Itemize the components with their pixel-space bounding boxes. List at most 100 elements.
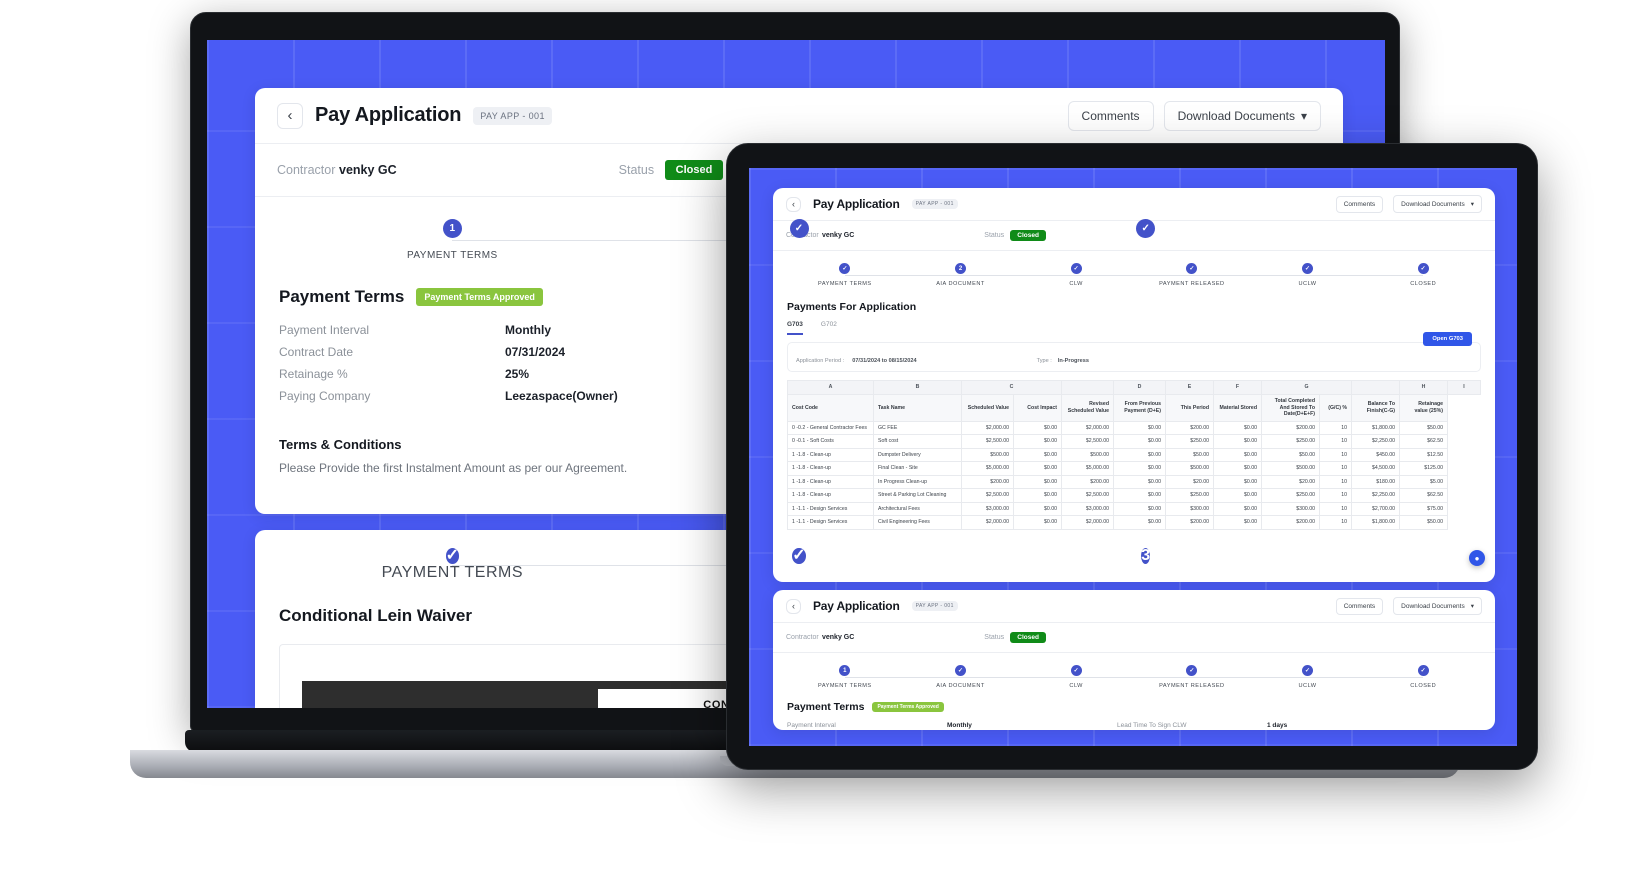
table-cell: $250.00 <box>1165 488 1214 503</box>
table-row[interactable]: 1 -1.1 - Design Services Architectural Fe… <box>787 501 1481 516</box>
download-documents-button[interactable]: Download Documents ▾ <box>1393 195 1482 213</box>
comments-button[interactable]: Comments <box>1335 597 1384 615</box>
table-cell: $5,000.00 <box>961 461 1014 476</box>
stepper-label: CLOSED <box>1410 683 1437 689</box>
status-label: Status <box>618 163 655 177</box>
stepper-item-payment-terms[interactable]: 1 PAYMENT TERMS <box>279 219 799 261</box>
payment-terms-heading: Payment Terms <box>279 287 405 306</box>
detail-label: Paying Company <box>279 389 371 403</box>
table-cell: $62.50 <box>1399 488 1449 503</box>
table-cell: 1 -1.1 - Design Services <box>787 515 874 530</box>
stepper-label: PAYMENT TERMS <box>818 683 872 689</box>
stepper-item-uclw[interactable]: ✓ UCLW <box>1250 665 1424 689</box>
comments-button[interactable]: Comments <box>1067 100 1154 131</box>
stepper-label: UCLW <box>1298 683 1317 689</box>
table-cell: $2,000.00 <box>1061 515 1114 530</box>
table-cell: $0.00 <box>1213 474 1262 489</box>
column-header[interactable]: Material Stored <box>1213 394 1262 422</box>
contractor-value: venky GC <box>822 232 855 239</box>
column-header[interactable]: From Previous Payment (D+E) <box>1113 394 1166 422</box>
table-cell: $180.00 <box>1351 474 1401 489</box>
app-header-actions-tablet-2: Comments Download Documents ▾ <box>1335 597 1482 615</box>
payment-terms-left-column-2: Payment IntervalMonthlyContract Date07/3… <box>787 722 1117 730</box>
table-row[interactable]: 0 -0.1 - Soft Costs Soft cost $2,500.00 $0.… <box>787 434 1481 449</box>
tab-g703[interactable]: G703 <box>787 321 803 335</box>
comments-button-label: Comments <box>1343 602 1376 610</box>
column-header[interactable]: Task Name <box>873 394 962 422</box>
table-cell: $2,700.00 <box>1351 501 1401 516</box>
table-cell: 10 <box>1318 420 1353 435</box>
stepper-item-closed[interactable]: ✓ CLOSED <box>1365 665 1481 689</box>
column-header[interactable]: Revised Scheduled Value <box>1061 394 1114 422</box>
stepper-item-payment-terms[interactable]: ✓ PAYMENT TERMS <box>279 548 799 582</box>
table-cell: $0.00 <box>1213 488 1262 503</box>
open-g703-button[interactable]: Open G703 <box>1423 332 1472 346</box>
comments-button[interactable]: Comments <box>1335 195 1384 213</box>
chat-bubble-icon[interactable]: ● <box>1469 550 1485 566</box>
table-cell: $5.00 <box>1399 474 1449 489</box>
download-documents-button[interactable]: Download Documents ▾ <box>1163 100 1321 131</box>
table-cell: $0.00 <box>1013 434 1062 449</box>
detail-value: Leezaspace(Owner) <box>505 389 618 403</box>
chevron-left-icon[interactable]: ‹ <box>277 102 303 129</box>
page-title: Pay Application <box>315 104 462 126</box>
contractor-label: Contractor <box>786 634 819 641</box>
stepper-item-clw[interactable]: ✓ CLW <box>1018 263 1192 287</box>
table-cell: 10 <box>1318 461 1353 476</box>
table-row[interactable]: 1 -1.8 - Clean-up Dumpster Delivery $500.0… <box>787 447 1481 462</box>
column-letter <box>1061 380 1114 395</box>
status-label: Status <box>984 232 1005 239</box>
column-header[interactable]: (G/C) % <box>1318 394 1353 422</box>
table-row[interactable]: 1 -1.1 - Design Services Civil Engineerin… <box>787 515 1481 530</box>
table-cell: $0.00 <box>1113 474 1166 489</box>
chevron-down-icon: ▾ <box>1470 603 1474 610</box>
table-cell: Architectural Fees <box>873 501 962 516</box>
pay-app-chip: PAY APP - 001 <box>911 601 958 611</box>
pay-app-chip: PAY APP - 001 <box>911 199 958 209</box>
table-cell: 0 -0.1 - Soft Costs <box>787 434 874 449</box>
table-row[interactable]: 1 -1.8 - Clean-up Street & Parking Lot Cl… <box>787 488 1481 503</box>
table-cell: $4,500.00 <box>1351 461 1401 476</box>
tab-g702[interactable]: G702 <box>821 321 837 335</box>
chevron-left-icon[interactable]: ‹ <box>786 598 801 614</box>
page-title: Pay Application <box>813 197 900 211</box>
stepper-item-payment-terms[interactable]: 1 PAYMENT TERMS <box>787 665 961 689</box>
step-check-icon: ✓ <box>1070 665 1082 676</box>
stepper-item-aia-document[interactable]: ✓ AIA DOCUMENT <box>903 665 1077 689</box>
column-header[interactable]: Cost Code <box>787 394 874 422</box>
column-header[interactable]: Total Completed And Stored To Date(D+E+F… <box>1261 394 1320 422</box>
stepper-label: PAYMENT RELEASED <box>1159 683 1225 689</box>
table-cell: $2,500.00 <box>961 434 1014 449</box>
download-documents-button[interactable]: Download Documents ▾ <box>1393 597 1482 615</box>
step-check-icon: ✓ <box>839 263 851 274</box>
column-header[interactable]: Scheduled Value <box>961 394 1014 422</box>
table-row[interactable]: 1 -1.8 - Clean-up Final Clean - Site $5,00… <box>787 461 1481 476</box>
step-check-icon: ✓ <box>789 219 809 238</box>
stepper-item-uclw[interactable]: ✓ UCLW <box>1250 263 1424 287</box>
column-header[interactable]: This Period <box>1165 394 1214 422</box>
stepper-item-payment-terms[interactable]: ✓ PAYMENT TERMS <box>787 263 961 287</box>
table-cell: $0.00 <box>1113 488 1166 503</box>
table-row[interactable]: 0 -0.2 - General Contractor Fees GC FEE $2… <box>787 420 1481 435</box>
status-badge: Closed <box>1010 230 1046 241</box>
column-letter: B <box>873 380 962 395</box>
chevron-left-icon[interactable]: ‹ <box>786 196 801 212</box>
table-cell: $2,000.00 <box>961 515 1014 530</box>
step-check-icon: ✓ <box>792 547 806 564</box>
column-header[interactable]: Balance To Finish(C-G) <box>1351 394 1401 422</box>
meta-row-tablet-2: Contractor venky GC Status Closed <box>773 623 1495 652</box>
table-row[interactable]: 1 -1.8 - Clean-up In Progress Clean-up $20… <box>787 474 1481 489</box>
stepper-item-aia-document[interactable]: 2 AIA DOCUMENT <box>903 263 1077 287</box>
stepper-item-payment-released[interactable]: ✓ PAYMENT RELEASED <box>1134 263 1308 287</box>
g703-table-wrap[interactable]: ABC DEFG HI Cost Code Task Name Scheduled Va… <box>787 380 1481 530</box>
step-number-badge: 2 <box>955 263 966 274</box>
column-letter: G <box>1260 380 1353 395</box>
column-header[interactable]: Retainage value (25%) <box>1399 394 1449 422</box>
table-cell: $0.00 <box>1213 461 1262 476</box>
step-check-icon: ✓ <box>1302 263 1314 274</box>
stepper-item-closed[interactable]: ✓ CLOSED <box>1365 263 1481 287</box>
table-cell: $0.00 <box>1213 434 1262 449</box>
column-header[interactable]: Cost Impact <box>1013 394 1062 422</box>
stepper-item-clw[interactable]: ✓ CLW <box>1018 665 1192 689</box>
stepper-item-payment-released[interactable]: ✓ PAYMENT RELEASED <box>1134 665 1308 689</box>
